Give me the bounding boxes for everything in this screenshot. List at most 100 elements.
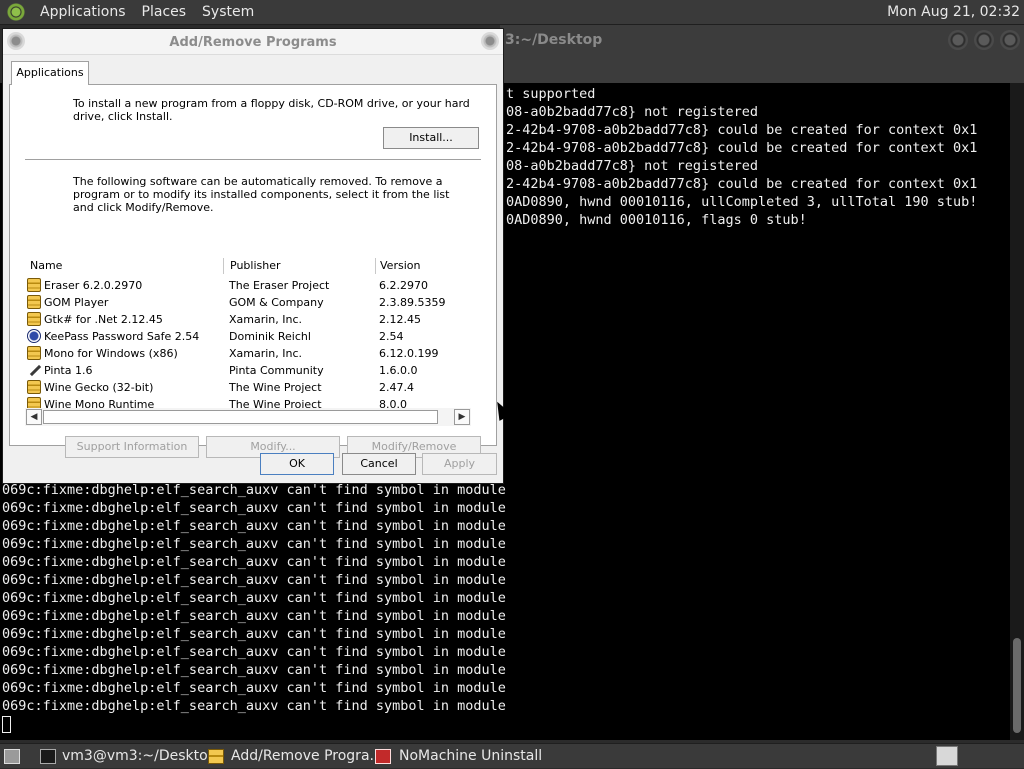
list-item[interactable]: Gtk# for .Net 2.12.45 Xamarin, Inc. 2.12… bbox=[25, 311, 463, 328]
top-panel: Applications Places System Mon Aug 21, 0… bbox=[0, 0, 1024, 25]
tab-applications[interactable]: Applications bbox=[11, 61, 89, 85]
horizontal-scroll-thumb[interactable] bbox=[43, 410, 438, 424]
terminal-line: 069c:fixme:dbghelp:elf_search_auxv can't… bbox=[2, 500, 506, 516]
program-publisher: Xamarin, Inc. bbox=[229, 313, 303, 326]
list-item[interactable]: Eraser 6.2.0.2970 The Eraser Project 6.2… bbox=[25, 277, 463, 294]
terminal-line: 08-a0b2badd77c8} not registered bbox=[506, 104, 758, 120]
show-desktop-icon[interactable] bbox=[4, 749, 20, 764]
applications-panel: To install a new program from a floppy d… bbox=[9, 84, 497, 458]
taskbar-item-label: vm3@vm3:~/Desktop bbox=[62, 748, 217, 764]
close-icon[interactable] bbox=[1000, 30, 1020, 50]
program-publisher: Dominik Reichl bbox=[229, 330, 311, 343]
install-instructions: To install a new program from a floppy d… bbox=[73, 97, 470, 123]
paintbrush-icon bbox=[27, 363, 41, 377]
program-publisher: Pinta Community bbox=[229, 364, 324, 377]
distro-logo-icon[interactable] bbox=[6, 2, 26, 22]
list-item[interactable]: GOM Player GOM & Company 2.3.89.5359 bbox=[25, 294, 463, 311]
package-icon bbox=[27, 397, 41, 408]
terminal-line: 069c:fixme:dbghelp:elf_search_auxv can't… bbox=[2, 662, 506, 678]
remove-instructions: The following software can be automatica… bbox=[73, 175, 450, 214]
list-item[interactable]: Mono for Windows (x86) Xamarin, Inc. 6.1… bbox=[25, 345, 463, 362]
support-information-button[interactable]: Support Information bbox=[65, 436, 199, 458]
cancel-button[interactable]: Cancel bbox=[342, 453, 416, 475]
program-publisher: GOM & Company bbox=[229, 296, 324, 309]
list-item[interactable]: Pinta 1.6 Pinta Community 1.6.0.0 bbox=[25, 362, 463, 379]
dialog-titlebar[interactable]: Add/Remove Programs bbox=[3, 29, 503, 55]
program-name: KeePass Password Safe 2.54 bbox=[44, 330, 200, 343]
terminal-line: 069c:fixme:dbghelp:elf_search_auxv can't… bbox=[2, 608, 506, 624]
taskbar-item-nomachine-uninstall[interactable]: NoMachine Uninstall bbox=[375, 744, 542, 769]
package-icon bbox=[27, 278, 41, 292]
terminal-line: 0AD0890, hwnd 00010116, ullCompleted 3, … bbox=[506, 194, 978, 210]
program-version: 2.3.89.5359 bbox=[379, 296, 446, 309]
workspace-switcher[interactable] bbox=[936, 746, 958, 766]
taskbar-item-label: Add/Remove Progra... bbox=[231, 748, 383, 764]
program-version: 2.47.4 bbox=[379, 381, 414, 394]
terminal-scrollbar-thumb[interactable] bbox=[1013, 638, 1021, 733]
package-icon bbox=[27, 295, 41, 309]
program-name: Pinta 1.6 bbox=[44, 364, 93, 377]
program-name: Wine Gecko (32-bit) bbox=[44, 381, 154, 394]
terminal-line: 069c:fixme:dbghelp:elf_search_auxv can't… bbox=[2, 572, 506, 588]
terminal-line: 069c:fixme:dbghelp:elf_search_auxv can't… bbox=[2, 536, 506, 552]
terminal-title: 3:~/Desktop bbox=[505, 32, 603, 48]
program-publisher: The Eraser Project bbox=[229, 279, 330, 292]
taskbar-item-terminal[interactable]: vm3@vm3:~/Desktop bbox=[38, 744, 217, 769]
apply-button[interactable]: Apply bbox=[422, 453, 497, 475]
list-horizontal-scrollbar[interactable]: ◀ ▶ bbox=[25, 408, 471, 426]
bottom-taskbar: vm3@vm3:~/Desktop Add/Remove Progra... N… bbox=[0, 743, 1024, 768]
program-publisher: Xamarin, Inc. bbox=[229, 347, 303, 360]
program-version: 6.2.2970 bbox=[379, 279, 428, 292]
column-header-name[interactable]: Name bbox=[30, 256, 220, 276]
terminal-icon bbox=[40, 749, 56, 764]
add-remove-programs-dialog: Add/Remove Programs Applications To inst… bbox=[2, 28, 504, 484]
package-icon bbox=[27, 312, 41, 326]
terminal-line: 069c:fixme:dbghelp:elf_search_auxv can't… bbox=[2, 626, 506, 642]
scroll-left-icon[interactable]: ◀ bbox=[26, 409, 42, 425]
list-item[interactable]: Wine Mono Runtime The Wine Project 8.0.0 bbox=[25, 396, 463, 408]
program-version: 6.12.0.199 bbox=[379, 347, 439, 360]
clock[interactable]: Mon Aug 21, 02:32 bbox=[887, 4, 1020, 20]
package-icon bbox=[27, 380, 41, 394]
taskbar-item-label: NoMachine Uninstall bbox=[399, 748, 543, 764]
nomachine-icon bbox=[375, 749, 391, 764]
terminal-line: 08-a0b2badd77c8} not registered bbox=[506, 158, 758, 174]
list-item[interactable]: Wine Gecko (32-bit) The Wine Project 2.4… bbox=[25, 379, 463, 396]
program-version: 8.0.0 bbox=[379, 398, 407, 408]
list-item[interactable]: KeePass Password Safe 2.54 Dominik Reich… bbox=[25, 328, 463, 345]
terminal-line: 069c:fixme:dbghelp:elf_search_auxv can't… bbox=[2, 644, 506, 660]
column-header-publisher[interactable]: Publisher bbox=[230, 256, 370, 276]
system-menu[interactable]: System bbox=[194, 4, 262, 20]
ok-button[interactable]: OK bbox=[260, 453, 334, 475]
maximize-icon[interactable] bbox=[974, 30, 994, 50]
program-name: Gtk# for .Net 2.12.45 bbox=[44, 313, 163, 326]
install-button[interactable]: Install... bbox=[383, 127, 479, 149]
close-icon[interactable] bbox=[481, 32, 499, 50]
column-divider[interactable] bbox=[375, 258, 376, 274]
terminal-line: t supported bbox=[506, 86, 596, 102]
program-list[interactable]: Name Publisher Version Eraser 6.2.0.2970… bbox=[25, 256, 479, 408]
taskbar-item-add-remove-programs[interactable]: Add/Remove Progra... bbox=[207, 744, 383, 769]
program-name: Wine Mono Runtime bbox=[44, 398, 155, 408]
terminal-line: 069c:fixme:dbghelp:elf_search_auxv can't… bbox=[2, 680, 506, 696]
scroll-right-icon[interactable]: ▶ bbox=[454, 409, 470, 425]
terminal-line: 0AD0890, hwnd 00010116, flags 0 stub! bbox=[506, 212, 807, 228]
terminal-line: 069c:fixme:dbghelp:elf_search_auxv can't… bbox=[2, 698, 506, 714]
places-menu[interactable]: Places bbox=[134, 4, 195, 20]
program-version: 2.12.45 bbox=[379, 313, 421, 326]
program-name: Mono for Windows (x86) bbox=[44, 347, 178, 360]
program-publisher: The Wine Project bbox=[229, 398, 322, 408]
column-header-version[interactable]: Version bbox=[380, 256, 470, 276]
keepass-lock-icon bbox=[27, 329, 41, 343]
minimize-icon[interactable] bbox=[948, 30, 968, 50]
column-divider[interactable] bbox=[223, 258, 224, 274]
terminal-line: 2-42b4-9708-a0b2badd77c8} could be creat… bbox=[506, 176, 978, 192]
program-version: 1.6.0.0 bbox=[379, 364, 418, 377]
package-icon bbox=[208, 749, 224, 764]
terminal-scrollbar[interactable] bbox=[1010, 83, 1024, 740]
applications-menu[interactable]: Applications bbox=[32, 4, 134, 20]
terminal-line: 069c:fixme:dbghelp:elf_search_auxv can't… bbox=[2, 590, 506, 606]
terminal-line: 2-42b4-9708-a0b2badd77c8} could be creat… bbox=[506, 122, 978, 138]
package-icon bbox=[27, 346, 41, 360]
program-publisher: The Wine Project bbox=[229, 381, 322, 394]
